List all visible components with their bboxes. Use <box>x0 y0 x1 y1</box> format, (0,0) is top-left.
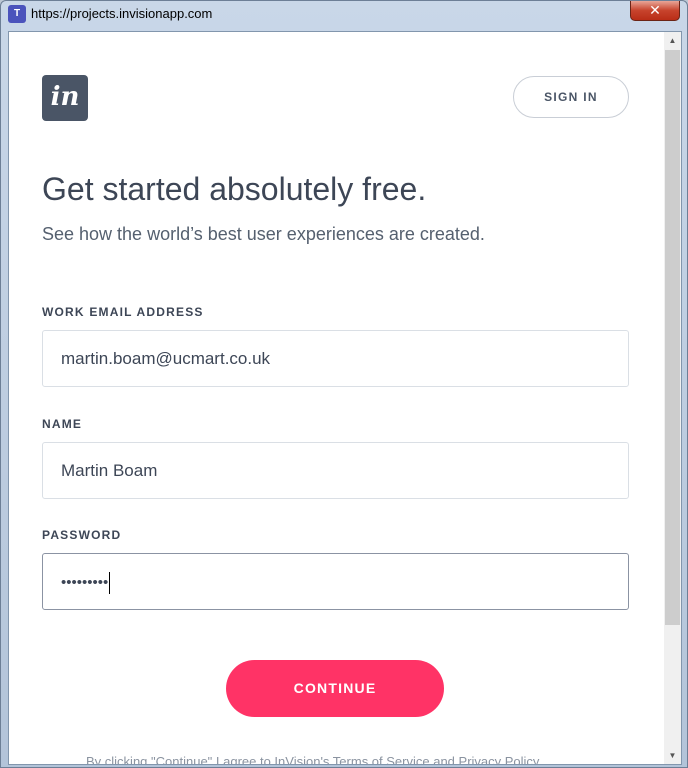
page-viewport: in SIGN IN Get started absolutely free. … <box>8 31 682 765</box>
invision-logo[interactable]: in <box>42 75 88 121</box>
email-field[interactable]: martin.boam@ucmart.co.uk <box>42 330 629 387</box>
password-masked-value: ••••••••• <box>61 574 109 591</box>
email-value: martin.boam@ucmart.co.uk <box>61 349 271 368</box>
password-field[interactable]: ••••••••• <box>42 553 629 610</box>
terms-text: By clicking "Continue" I agree to InVisi… <box>86 754 540 765</box>
sign-in-button[interactable]: SIGN IN <box>513 76 629 118</box>
scroll-thumb[interactable] <box>665 50 680 625</box>
name-field[interactable]: Martin Boam <box>42 442 629 499</box>
app-icon: T <box>8 5 26 23</box>
name-value: Martin Boam <box>61 461 158 480</box>
window-close-button[interactable]: ✕ <box>630 1 680 21</box>
vertical-scrollbar[interactable]: ▲ ▼ <box>664 32 681 764</box>
name-label: NAME <box>42 417 83 431</box>
scroll-up-icon[interactable]: ▲ <box>664 32 681 49</box>
title-bar[interactable]: T https://projects.invisionapp.com ✕ <box>1 1 687 29</box>
page-subtitle: See how the world’s best user experience… <box>42 224 485 244</box>
text-caret <box>109 571 111 594</box>
scroll-down-icon[interactable]: ▼ <box>664 747 681 764</box>
page-title: Get started absolutely free. <box>42 171 427 207</box>
browser-popup-window: T https://projects.invisionapp.com ✕ in … <box>0 0 688 768</box>
close-icon: ✕ <box>649 2 661 18</box>
email-label: WORK EMAIL ADDRESS <box>42 305 204 319</box>
window-title: https://projects.invisionapp.com <box>31 6 213 21</box>
continue-button[interactable]: CONTINUE <box>226 660 444 717</box>
password-label: PASSWORD <box>42 528 122 542</box>
